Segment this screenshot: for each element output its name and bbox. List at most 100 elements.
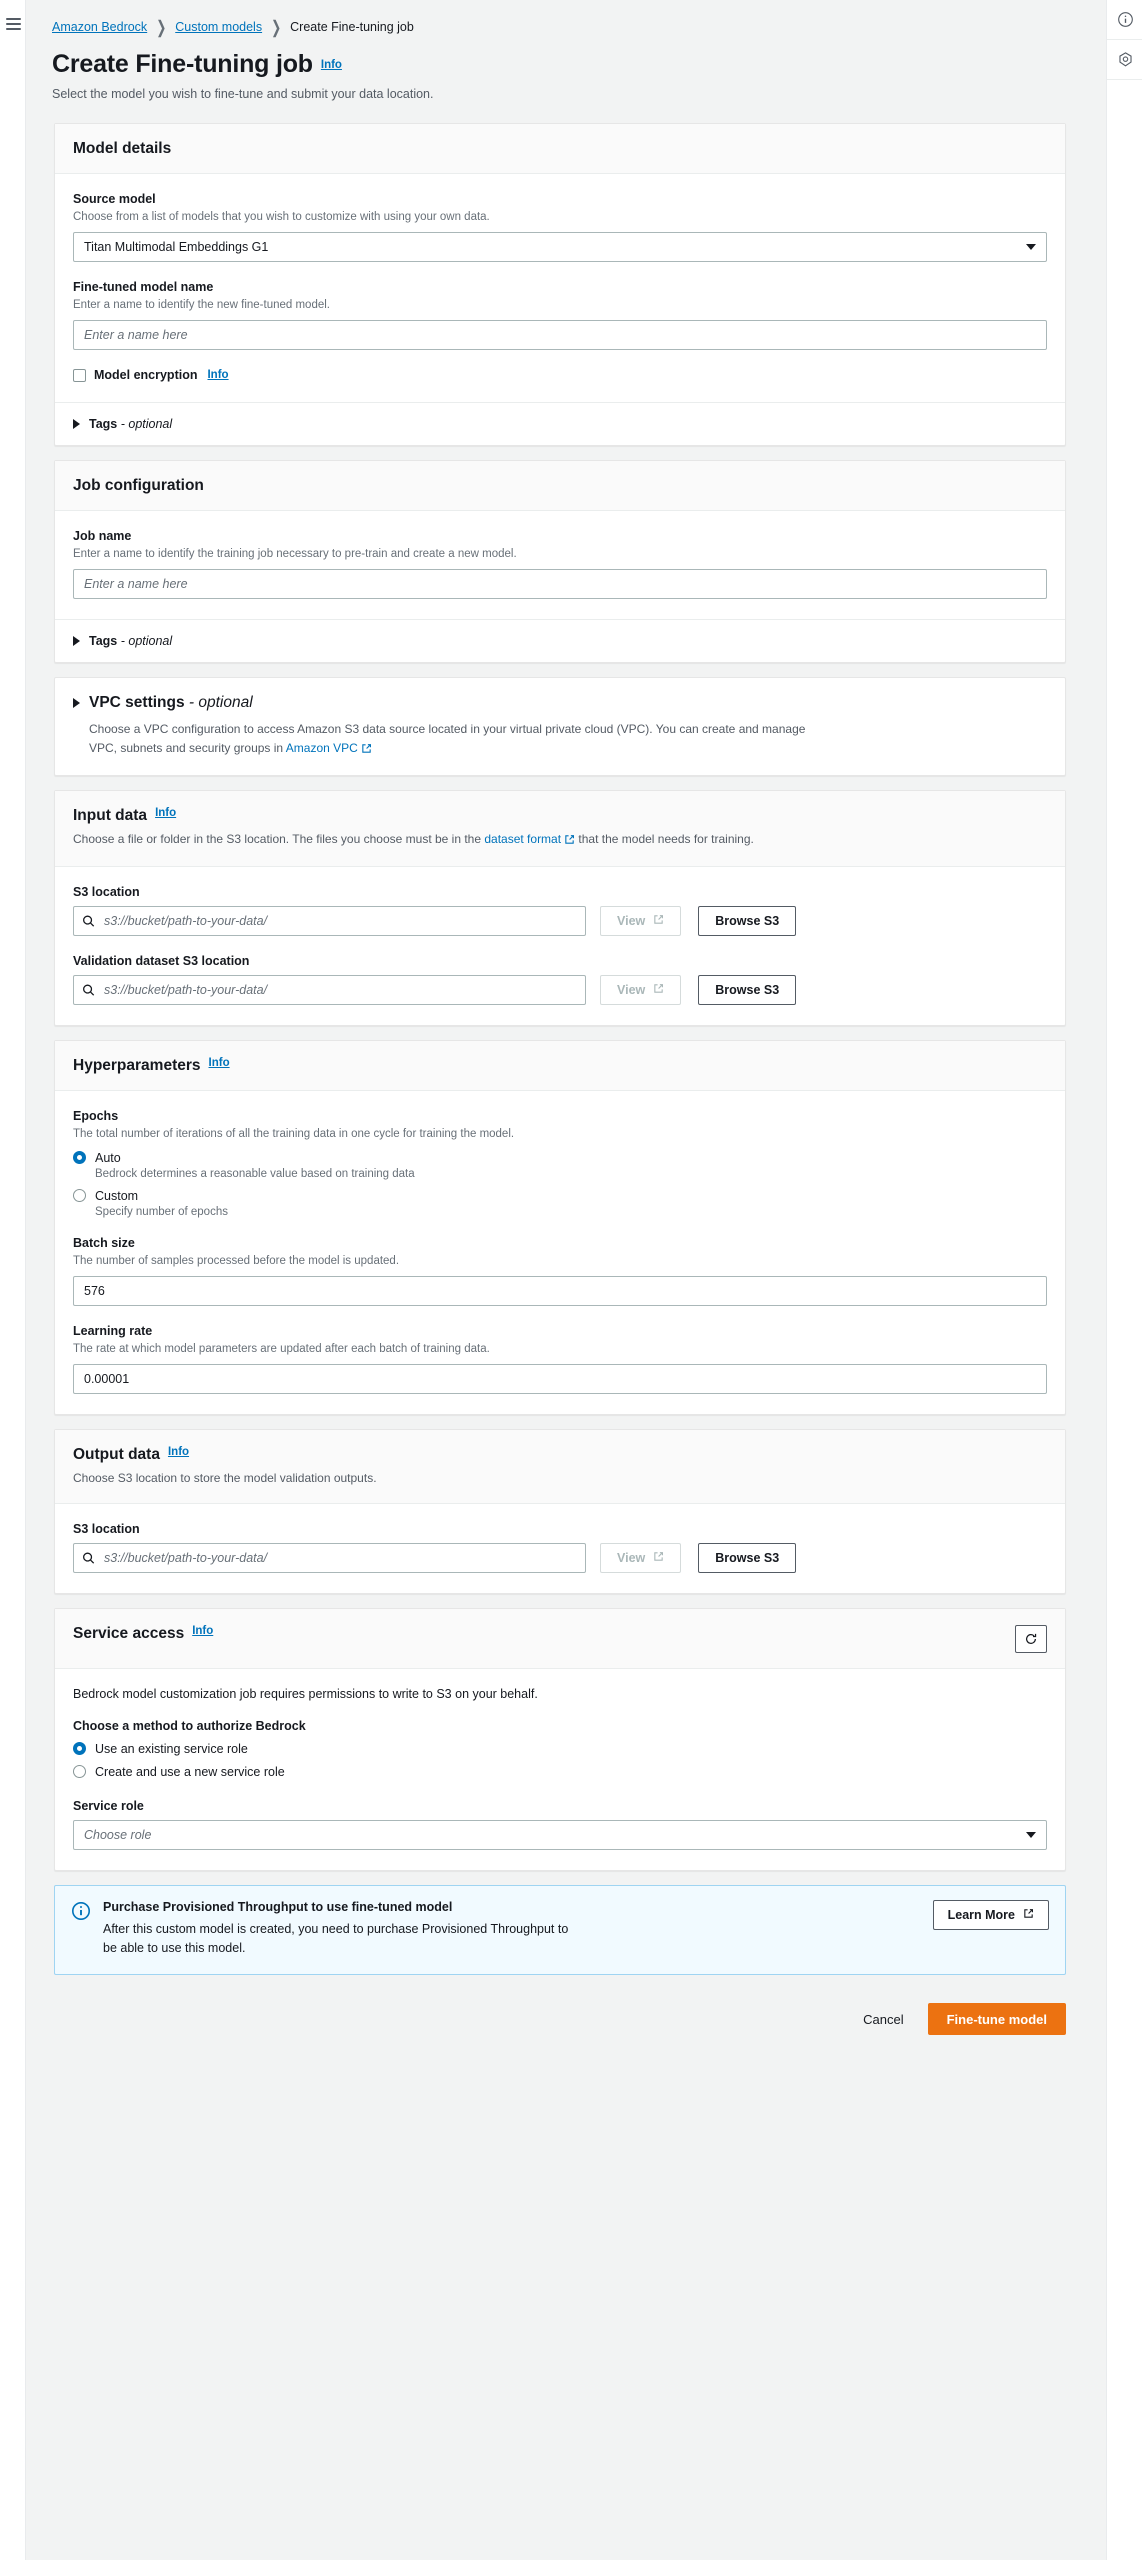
refresh-icon[interactable] [1015, 1624, 1047, 1653]
model-encryption-info-link[interactable]: Info [207, 369, 228, 381]
validation-s3-location-input[interactable] [73, 974, 586, 1005]
existing-service-role-radio[interactable] [73, 1742, 86, 1756]
breadcrumb-item-amazon-bedrock[interactable]: Amazon Bedrock [52, 20, 147, 34]
vpc-settings-expander[interactable]: VPC settings - optional [55, 678, 1065, 716]
epochs-option-auto[interactable]: Auto [73, 1151, 1047, 1165]
input-s3-location-row: View Browse S3 [73, 905, 1047, 936]
input-s3-view-button[interactable]: View [600, 905, 682, 936]
tags-text: Tags [89, 417, 118, 432]
shield-icon[interactable] [1107, 40, 1142, 80]
external-link-icon [653, 983, 664, 997]
fine-tuned-model-name-label: Fine-tuned model name [73, 280, 214, 295]
external-link-icon [361, 741, 372, 760]
service-access-info-link[interactable]: Info [192, 1625, 213, 1637]
vpc-settings-description: Choose a VPC configuration to access Ama… [55, 716, 845, 775]
model-details-tags-expander[interactable]: Tags - optional [55, 402, 1065, 445]
fine-tune-model-button[interactable]: Fine-tune model [927, 2003, 1066, 2036]
output-data-card: Output data Info Choose S3 location to st… [54, 1429, 1066, 1594]
model-details-body: Source model Choose from a list of model… [55, 174, 1065, 402]
epochs-field: Epochs The total number of iterations of… [73, 1109, 1047, 1218]
right-help-rail [1106, 0, 1142, 2560]
service-role-label: Service role [73, 1798, 144, 1813]
service-role-value: Choose role [84, 1827, 152, 1842]
input-data-desc-part2: that the model needs for training. [575, 832, 754, 847]
learning-rate-hint: The rate at which model parameters are u… [73, 1343, 490, 1356]
fine-tuned-model-name-input[interactable] [73, 320, 1047, 351]
validation-s3-view-button[interactable]: View [600, 974, 682, 1005]
input-data-title: Input data [73, 807, 147, 825]
validation-s3-location-input-wrap [73, 974, 586, 1005]
service-access-body: Bedrock model customization job requires… [55, 1669, 1065, 1870]
output-data-title-text: Output data [73, 1446, 160, 1464]
breadcrumb: Amazon Bedrock ❯ Custom models ❯ Create … [26, 0, 1106, 40]
service-role-option-existing[interactable]: Use an existing service role [73, 1742, 1047, 1756]
epochs-auto-radio[interactable] [73, 1151, 86, 1165]
cancel-button[interactable]: Cancel [859, 2006, 907, 2033]
chevron-down-icon [1026, 244, 1036, 251]
hyperparameters-title: Hyperparameters [73, 1057, 201, 1075]
fine-tuned-model-name-field: Fine-tuned model name Enter a name to id… [73, 280, 1047, 351]
output-s3-view-button[interactable]: View [600, 1542, 682, 1573]
input-s3-location-input[interactable] [73, 905, 586, 936]
service-access-header: Service access Info [55, 1608, 1065, 1669]
learning-rate-label: Learning rate [73, 1324, 153, 1339]
alert-title: Purchase Provisioned Throughput to use f… [103, 1899, 453, 1914]
tags-optional-suffix: - optional [120, 634, 173, 649]
input-data-desc-part1: Choose a file or folder in the S3 locati… [73, 832, 485, 847]
breadcrumb-item-custom-models[interactable]: Custom models [175, 20, 262, 34]
source-model-select[interactable]: Titan Multimodal Embeddings G1 [73, 232, 1047, 263]
job-name-input[interactable] [73, 569, 1047, 600]
input-s3-browse-button[interactable]: Browse S3 [698, 905, 797, 936]
alert-text: After this custom model is created, you … [103, 1921, 569, 1955]
info-circle-icon[interactable] [1107, 0, 1142, 40]
input-data-title-text: Input data [73, 807, 148, 825]
input-data-body: S3 location View Browse S3 Validation da… [55, 867, 1065, 1025]
input-data-card: Input data Info Choose a file or folder i… [54, 790, 1066, 1026]
model-details-tags-label: Tags - optional [89, 417, 172, 431]
job-configuration-tags-expander[interactable]: Tags - optional [55, 619, 1065, 662]
dataset-format-link[interactable]: dataset format [484, 832, 561, 846]
vpc-settings-optional-suffix: - optional [188, 694, 253, 712]
input-s3-location-field: S3 location View Browse S3 [73, 885, 1047, 936]
output-s3-location-input[interactable] [73, 1542, 586, 1573]
source-model-label: Source model [73, 192, 156, 206]
input-data-info-link[interactable]: Info [155, 807, 176, 819]
service-access-title: Service access [73, 1625, 184, 1643]
batch-size-input[interactable] [73, 1276, 1047, 1307]
chevron-down-icon [1026, 1831, 1036, 1838]
learning-rate-input[interactable] [73, 1364, 1047, 1395]
vpc-settings-card: VPC settings - optional Choose a VPC con… [54, 677, 1066, 777]
breadcrumb-separator-icon: ❯ [271, 16, 282, 38]
job-configuration-card: Job configuration Job name Enter a name … [54, 460, 1066, 664]
model-encryption-checkbox[interactable] [73, 368, 86, 382]
chevron-right-icon [73, 419, 80, 430]
amazon-vpc-link[interactable]: Amazon VPC [286, 741, 358, 755]
validation-s3-browse-button[interactable]: Browse S3 [698, 974, 797, 1005]
learn-more-button[interactable]: Learn More [932, 1899, 1049, 1930]
model-details-card: Model details Source model Choose from a… [54, 123, 1066, 447]
info-filled-icon [71, 1901, 91, 1926]
page-title-info-link[interactable]: Info [321, 59, 342, 71]
breadcrumb-separator-icon: ❯ [156, 16, 167, 38]
service-role-option-new[interactable]: Create and use a new service role [73, 1765, 1047, 1779]
output-s3-location-input-wrap [73, 1542, 586, 1573]
epochs-option-custom[interactable]: Custom [73, 1189, 1047, 1203]
service-role-select[interactable]: Choose role [73, 1819, 1047, 1850]
output-data-description: Choose S3 location to store the model va… [73, 1471, 377, 1486]
external-link-icon [653, 1551, 664, 1565]
input-data-description: Choose a file or folder in the S3 locati… [73, 831, 754, 850]
validation-s3-location-label: Validation dataset S3 location [73, 953, 250, 968]
output-s3-browse-button[interactable]: Browse S3 [698, 1542, 797, 1573]
hamburger-menu-icon[interactable] [6, 18, 21, 30]
hyperparameters-info-link[interactable]: Info [209, 1057, 230, 1069]
batch-size-field: Batch size The number of samples process… [73, 1236, 1047, 1307]
chevron-right-icon [73, 636, 80, 647]
create-fine-tuning-job-page: Amazon Bedrock ❯ Custom models ❯ Create … [0, 0, 1142, 2560]
epochs-custom-radio[interactable] [73, 1189, 86, 1203]
model-encryption-row[interactable]: Model encryption Info [73, 368, 1047, 382]
page-subtitle: Select the model you wish to fine-tune a… [52, 87, 434, 101]
output-data-header: Output data Info Choose S3 location to st… [55, 1430, 1065, 1504]
output-data-info-link[interactable]: Info [168, 1446, 189, 1458]
validation-s3-location-row: View Browse S3 [73, 974, 1047, 1005]
new-service-role-radio[interactable] [73, 1765, 86, 1779]
